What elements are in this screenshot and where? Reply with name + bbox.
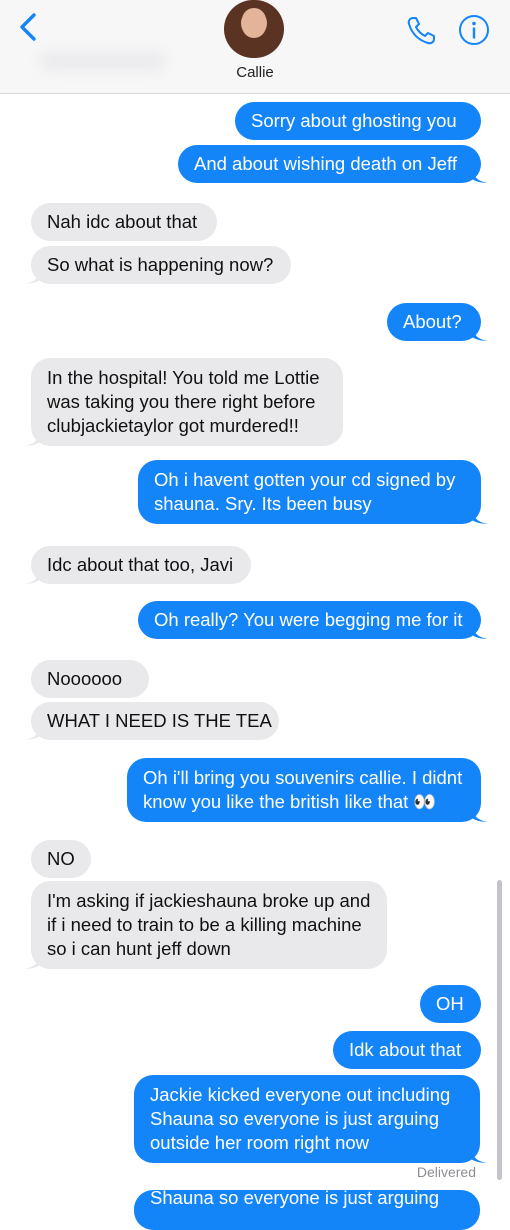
received-message-bubble[interactable]: Idc about that too, Javi [24,546,251,584]
received-message-bubble[interactable]: Nah idc about that [31,203,217,241]
partial-message-bubble: Shauna so everyone is just arguing [134,1190,480,1230]
sent-message-bubble[interactable]: And about wishing death on Jeff [178,145,488,183]
sent-message-bubble[interactable]: OH [420,985,481,1023]
received-message-bubble[interactable]: WHAT I NEED IS THE TEA [24,702,279,740]
message-text: Oh really? You were begging me for it [154,609,463,630]
message-line: I'm asking if jackieshauna broke up and [47,890,371,911]
bubble-tail [471,1145,487,1163]
bubble-tail [24,951,40,969]
bubble-tail [24,428,40,446]
message-text: Idc about that too, Javi [47,554,234,575]
sent-message-bubble[interactable]: Sorry about ghosting you [235,102,481,140]
bubble-tail [24,266,40,284]
bubble-tail [472,621,488,639]
message-line: Shauna so everyone is just arguing [150,1108,439,1129]
phone-icon[interactable] [404,14,438,48]
sent-message-bubble[interactable]: Idk about that [333,1031,481,1069]
delivered-status: Delivered [416,1164,476,1180]
bubble-tail [472,506,488,524]
received-message-bubble[interactable]: Noooooo [31,660,149,698]
message-line: outside her room right now [150,1132,370,1153]
avatar[interactable] [224,0,284,58]
received-message-bubble[interactable]: NO [31,840,91,878]
sent-message-bubble[interactable]: Jackie kicked everyone out including Shau… [134,1075,487,1163]
message-text: Idk about that [349,1039,462,1060]
bubble-tail [24,722,40,740]
message-line: know you like the british like that 👀 [143,791,437,812]
message-text: Sorry about ghosting you [251,110,457,131]
received-message-bubble[interactable]: So what is happening now? [24,246,291,284]
sent-message-bubble[interactable]: About? [387,303,488,341]
sent-message-bubble[interactable]: Oh really? You were begging me for it [138,601,488,639]
message-text: About? [403,311,462,332]
message-line: if i need to train to be a killing machi… [47,914,362,935]
message-line: clubjackietaylor got murdered!! [47,415,299,436]
scrollbar[interactable] [497,880,502,1180]
message-line: shauna. Sry. Its been busy [154,493,372,514]
message-text: Noooooo [47,668,123,689]
bubble-tail [472,323,488,341]
bubble-tail [472,804,488,822]
message-text: Nah idc about that [47,211,198,232]
bubble-tail [24,566,40,584]
message-text: NO [47,848,75,869]
message-line: In the hospital! You told me Lottie [47,367,320,388]
avatar-face [242,8,266,38]
sent-message-bubble[interactable]: Oh i havent gotten your cd signed by shau… [138,460,488,524]
info-icon[interactable] [458,14,490,46]
sent-message-bubble[interactable]: Oh i'll bring you souvenirs callie. I di… [127,758,488,822]
message-text: OH [436,993,464,1014]
conversation-header: Callie [0,0,510,94]
message-text: So what is happening now? [47,254,274,275]
message-line: was taking you there right before [47,391,316,412]
contact-name[interactable]: Callie [0,64,510,81]
message-text: And about wishing death on Jeff [194,153,457,174]
received-message-bubble[interactable]: In the hospital! You told me Lottie was t… [24,358,343,446]
message-line: so i can hunt jeff down [47,938,231,959]
message-line: Oh i havent gotten your cd signed by [154,469,456,490]
message-line: Jackie kicked everyone out including [150,1084,451,1105]
chevron-left-icon[interactable] [14,12,44,42]
message-text: WHAT I NEED IS THE TEA [47,710,272,731]
bubble-tail [472,165,488,183]
message-line: Oh i'll bring you souvenirs callie. I di… [143,767,463,788]
received-message-bubble[interactable]: I'm asking if jackieshauna broke up and i… [24,881,387,969]
